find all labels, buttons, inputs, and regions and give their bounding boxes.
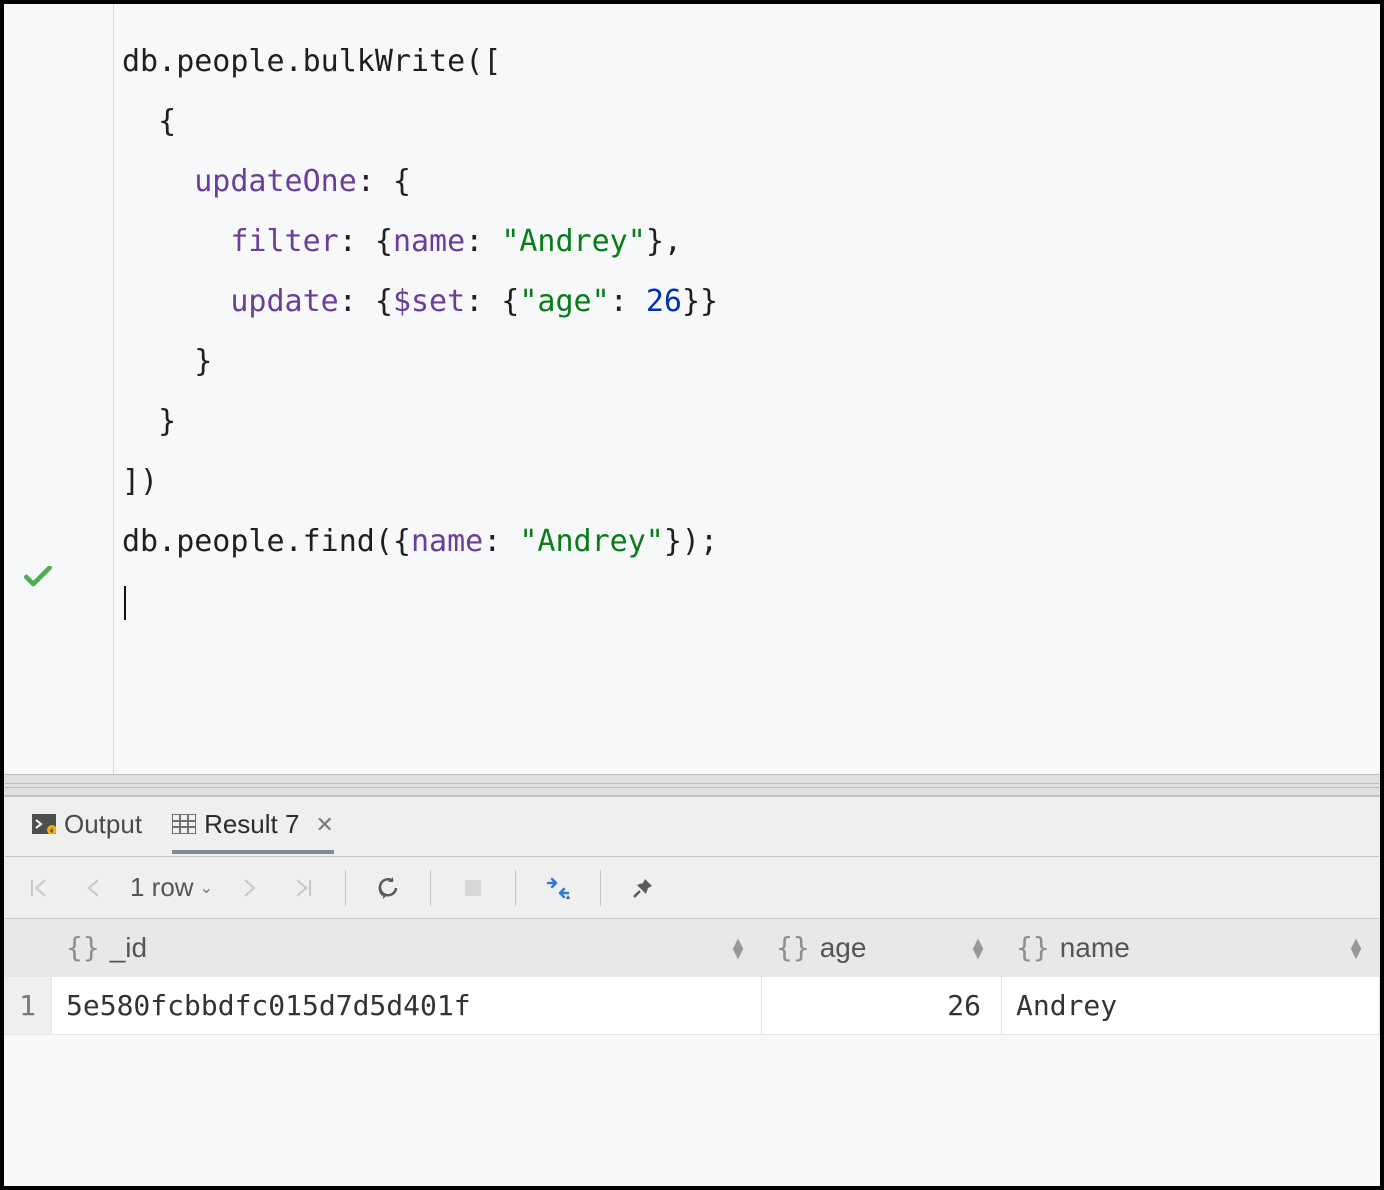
column-header-name[interactable]: {} name▲▼ <box>1002 919 1380 977</box>
toolbar-separator <box>345 870 346 906</box>
next-page-button[interactable] <box>231 868 267 908</box>
cell-name[interactable]: Andrey <box>1002 977 1380 1035</box>
toolbar-separator <box>430 870 431 906</box>
toolbar-separator <box>515 870 516 906</box>
horizontal-resize-handle[interactable] <box>4 774 1380 796</box>
compare-button[interactable] <box>540 868 576 908</box>
code-line[interactable]: } <box>122 332 1380 392</box>
text-cursor <box>124 586 126 620</box>
code-line[interactable]: updateOne: { <box>122 152 1380 212</box>
panel-tabs: Output Result 7 ✕ <box>4 797 1380 857</box>
code-line[interactable]: update: {$set: {"age": 26}} <box>122 272 1380 332</box>
code-line[interactable]: db.people.find({name: "Andrey"}); <box>122 512 1380 572</box>
refresh-button[interactable] <box>370 868 406 908</box>
prev-page-button[interactable] <box>76 868 112 908</box>
tab-result[interactable]: Result 7 ✕ <box>172 809 334 854</box>
result-table[interactable]: {} _id▲▼{} age▲▼{} name▲▼ 15e580fcbbdfc01… <box>4 919 1380 1035</box>
results-toolbar: 1 row ⌄ <box>4 857 1380 919</box>
tab-output[interactable]: Output <box>32 809 142 854</box>
editor-area: db.people.bulkWrite([ { updateOne: { fil… <box>4 4 1380 774</box>
tab-result-label: Result 7 <box>204 809 299 840</box>
cell-id[interactable]: 5e580fcbbdfc015d7d5d401f <box>52 977 762 1035</box>
code-line[interactable]: } <box>122 392 1380 452</box>
first-page-button[interactable] <box>22 868 58 908</box>
chevron-down-icon: ⌄ <box>200 878 213 898</box>
code-editor[interactable]: db.people.bulkWrite([ { updateOne: { fil… <box>114 4 1380 774</box>
row-number: 1 <box>4 977 52 1035</box>
row-count-dropdown[interactable]: 1 row ⌄ <box>130 872 213 903</box>
code-line[interactable]: ]) <box>122 452 1380 512</box>
ide-window: db.people.bulkWrite([ { updateOne: { fil… <box>0 0 1384 1190</box>
panel-empty-space <box>4 1035 1380 1186</box>
code-line[interactable]: filter: {name: "Andrey"}, <box>122 212 1380 272</box>
pin-button[interactable] <box>625 868 661 908</box>
editor-gutter <box>4 4 114 774</box>
tab-output-label: Output <box>64 809 142 840</box>
code-line[interactable]: db.people.bulkWrite([ <box>122 32 1380 92</box>
row-count-label: 1 row <box>130 872 194 903</box>
results-panel: Output Result 7 ✕ 1 row ⌄ <box>4 796 1380 1186</box>
close-icon[interactable]: ✕ <box>315 812 333 838</box>
stop-button[interactable] <box>455 868 491 908</box>
console-icon <box>32 814 54 836</box>
cell-age[interactable]: 26 <box>762 977 1002 1035</box>
code-line[interactable]: { <box>122 92 1380 152</box>
row-header-corner <box>4 919 52 977</box>
toolbar-separator <box>600 870 601 906</box>
last-page-button[interactable] <box>285 868 321 908</box>
column-header-age[interactable]: {} age▲▼ <box>762 919 1002 977</box>
check-icon <box>24 566 52 588</box>
column-header-_id[interactable]: {} _id▲▼ <box>52 919 762 977</box>
table-icon <box>172 814 194 836</box>
